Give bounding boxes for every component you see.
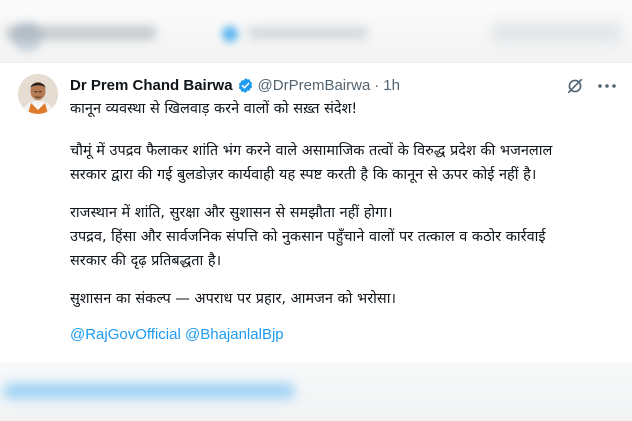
post-paragraph-2-line-3: सरकार की दृढ़ प्रतिबद्धता है।	[70, 253, 222, 269]
post-paragraph-2-line-1: राजस्थान में शांति, सुरक्षा और सुशासन से…	[70, 205, 393, 221]
grok-icon[interactable]	[566, 77, 584, 95]
separator-dot: ·	[374, 76, 380, 94]
blurred-next-content	[0, 362, 632, 421]
avatar-portrait-icon	[18, 74, 58, 114]
post-headline: कानून व्यवस्था से खिलवाड़ करने वालों को …	[70, 101, 358, 117]
post-body: कानून व्यवस्था से खिलवाड़ करने वालों को …	[70, 99, 626, 345]
more-options-icon[interactable]	[596, 77, 618, 95]
blurred-verified-icon	[222, 26, 238, 42]
page: Dr Prem Chand Bairwa @DrPremBairwa · 1h	[0, 0, 632, 421]
post-header: Dr Prem Chand Bairwa @DrPremBairwa · 1h	[70, 75, 400, 95]
post-paragraph-2-line-2: उपद्रव, हिंसा और सार्वजनिक संपत्ति को नु…	[70, 229, 546, 245]
avatar[interactable]	[18, 74, 58, 114]
post-paragraph-3: सुशासन का संकल्प — अपराध पर प्रहार, आमजन…	[70, 291, 396, 307]
author-handle[interactable]: @DrPremBairwa	[258, 77, 371, 94]
mention-link-rajgovofficial[interactable]: @RajGovOfficial	[70, 326, 181, 343]
blurred-handle	[248, 27, 368, 39]
verified-badge-icon[interactable]	[237, 77, 254, 94]
blurred-link	[4, 384, 294, 398]
blurred-name	[6, 26, 156, 40]
post-time[interactable]: 1h	[383, 77, 400, 94]
blurred-right-content	[492, 22, 622, 44]
author-name[interactable]: Dr Prem Chand Bairwa	[70, 77, 233, 94]
post-paragraph-1-line-1: चौमूं में उपद्रव फैलाकर शांति भंग करने व…	[70, 143, 553, 159]
post-mentions: @RajGovOfficial @BhajanlalBjp	[70, 325, 626, 345]
mention-link-bhajanlalbjp[interactable]: @BhajanlalBjp	[185, 326, 284, 343]
post-card[interactable]: Dr Prem Chand Bairwa @DrPremBairwa · 1h	[0, 62, 632, 362]
post-paragraph-1-line-2: सरकार द्वारा की गई बुलडोज़र कार्यवाही यह…	[70, 167, 537, 183]
blurred-previous-post	[0, 0, 632, 62]
